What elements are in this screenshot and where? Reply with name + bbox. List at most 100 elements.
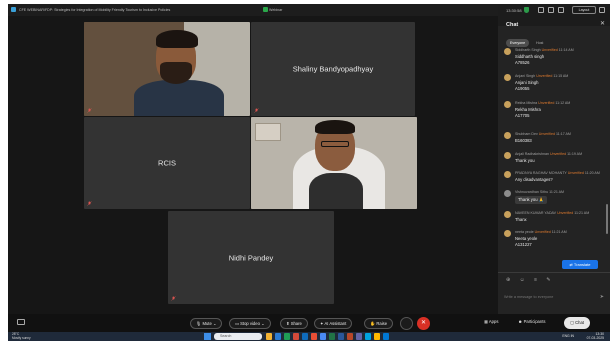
message-text: Thank you — [515, 158, 535, 163]
word-icon[interactable] — [338, 333, 344, 340]
chrome-icon[interactable] — [320, 333, 326, 340]
message-meta: Anjani Singh Unverified 11:15 AM — [515, 74, 569, 78]
leave-meeting-button[interactable]: ✕ — [417, 317, 430, 330]
weather-widget[interactable]: 28°C Mostly sunny — [12, 332, 31, 340]
mic-muted-icon — [87, 201, 92, 206]
chat-format-tools[interactable]: ⊕ ☺ ≡ ✎ — [506, 277, 555, 283]
avatar — [504, 152, 511, 159]
translate-button[interactable]: ⇄ Translate — [562, 260, 598, 269]
chat-panel: 13:30:58 Layout Chat ✕ Everyone Host Sid… — [498, 4, 610, 314]
security-shield-icon[interactable] — [524, 7, 529, 13]
message-meta: Shubham Dev Unverified 11:17 AM — [515, 132, 571, 136]
powerpoint-icon[interactable] — [347, 333, 353, 340]
close-icon[interactable]: ✕ — [600, 20, 605, 27]
tab-everyone[interactable]: Everyone — [506, 39, 530, 47]
message-meta: Anjali Radhakrishnan Unverified 11:19 AM — [515, 152, 583, 156]
message-text: Any disadvantages? — [515, 177, 553, 182]
chat-tabs: Everyone Host — [498, 38, 610, 48]
message-text: Rekha Mishra — [515, 107, 541, 112]
minimize-icon[interactable] — [599, 7, 605, 13]
message-text: Thank you 🙏 — [515, 196, 547, 204]
background-picture-frame — [255, 123, 281, 141]
participant-hair — [315, 120, 355, 134]
chat-input[interactable] — [504, 293, 596, 301]
participant-body — [309, 173, 363, 209]
avatar — [504, 211, 511, 218]
system-clock[interactable]: 13:30 07-03-2025 — [587, 332, 604, 340]
outlook-icon[interactable] — [302, 333, 308, 340]
info-icon[interactable] — [538, 7, 544, 13]
message-text: Anjani Singh — [515, 80, 539, 85]
webex-icon[interactable] — [365, 333, 371, 340]
participant-name: Shaliny Bandyopadhyay — [292, 64, 374, 74]
tab-host[interactable]: Host — [532, 39, 547, 47]
message-text: A17705 — [515, 113, 530, 118]
avatar — [504, 101, 511, 108]
stop-video-button[interactable]: ▭ Stop video ⌄ — [229, 318, 271, 329]
avatar — [504, 171, 511, 178]
whatsapp-icon[interactable] — [284, 333, 290, 340]
message-text: Thanx — [515, 217, 527, 222]
participant-beard — [160, 62, 192, 84]
meeting-status: Webinar — [269, 8, 283, 12]
message-text: A78526 — [515, 60, 530, 65]
participant-hair — [156, 30, 198, 48]
participant-name: RCIS — [158, 158, 176, 168]
os-taskbar: 28°C Mostly sunny Search ENG IN 13:30 07… — [8, 332, 610, 341]
message-meta: Rekha Mishra Unverified 11:12 AM — [515, 101, 571, 105]
webinar-icon — [263, 7, 268, 12]
language-indicator[interactable]: ENG IN — [562, 334, 574, 338]
message-meta: PRADNYA RAGHAV MOHANTY Unverified 11:20 … — [515, 171, 600, 175]
video-tile-participant-2[interactable]: Shaliny Bandyopadhyay — [251, 22, 415, 116]
chat-header: 13:30:58 Layout Chat ✕ — [498, 4, 610, 28]
meeting-toolbar: 🎙 Mute ⌄ ▭ Stop video ⌄ ⬆ Share ✦ AI Ass… — [8, 314, 610, 332]
share-screen-icon[interactable] — [548, 7, 554, 13]
app-icon[interactable] — [311, 333, 317, 340]
mic-muted-icon — [87, 108, 92, 113]
message-meta: Vishnuvardhan Sithu 11:21 AM — [515, 190, 565, 194]
video-tile-participant-3[interactable]: RCIS — [84, 117, 250, 209]
participant-name: Nidhi Pandey — [228, 253, 274, 262]
layout-button[interactable]: Layout — [572, 6, 596, 14]
video-tile-participant-5[interactable]: Nidhi Pandey — [168, 211, 334, 304]
webex-window: CFE WEBINAR/FDP: Strategies for Integrat… — [8, 4, 610, 341]
ai-assistant-button[interactable]: ✦ AI Assistant — [314, 318, 353, 329]
video-tile-participant-4[interactable] — [251, 117, 417, 209]
app-icon[interactable] — [293, 333, 299, 340]
window-titlebar: CFE WEBINAR/FDP: Strategies for Integrat… — [8, 4, 498, 16]
message-meta: neeta yeole Unverified 11:21 AM — [515, 230, 567, 234]
raise-hand-button[interactable]: ✋ Raise — [364, 318, 394, 329]
share-button[interactable]: ⬆ Share — [280, 318, 308, 329]
send-icon[interactable]: ➤ — [600, 294, 604, 300]
message-text: Siddharth singh — [515, 54, 545, 59]
webex-logo-icon — [11, 7, 16, 12]
mic-muted-icon — [171, 296, 176, 301]
chat-scrollbar[interactable] — [606, 204, 608, 234]
app-icon[interactable] — [383, 333, 389, 340]
more-options-button[interactable] — [400, 317, 413, 330]
meeting-timer: 13:30:58 — [506, 8, 522, 13]
teams-icon[interactable] — [356, 333, 362, 340]
captions-icon[interactable] — [17, 319, 25, 325]
participant-body — [134, 80, 224, 116]
message-meta: NAVEEN KUMAR YADAV Unverified 11:21 AM — [515, 211, 590, 215]
file-explorer-icon[interactable] — [266, 333, 272, 340]
meeting-title: CFE WEBINAR/FDP: Strategies for Integrat… — [19, 8, 171, 12]
apps-button[interactable]: ▦ Apps — [484, 319, 498, 324]
chat-button[interactable]: ▢ Chat — [564, 317, 590, 329]
windows-start-icon[interactable] — [204, 333, 211, 340]
excel-icon[interactable] — [329, 333, 335, 340]
participant-glasses — [321, 141, 349, 147]
message-meta: Siddharth Singh Unverified 11:14 AM — [515, 48, 574, 52]
video-tile-participant-1[interactable] — [84, 22, 250, 116]
taskbar-search[interactable]: Search — [214, 333, 262, 340]
mute-button[interactable]: 🎙 Mute ⌄ — [190, 318, 223, 329]
edge-icon[interactable] — [275, 333, 281, 340]
record-icon[interactable] — [558, 7, 564, 13]
avatar — [504, 74, 511, 81]
mic-muted-icon — [254, 108, 259, 113]
app-icon[interactable] — [374, 333, 380, 340]
participants-button[interactable]: ☻ Participants — [518, 319, 545, 324]
avatar — [504, 132, 511, 139]
message-text: Neeta yeole — [515, 236, 538, 241]
